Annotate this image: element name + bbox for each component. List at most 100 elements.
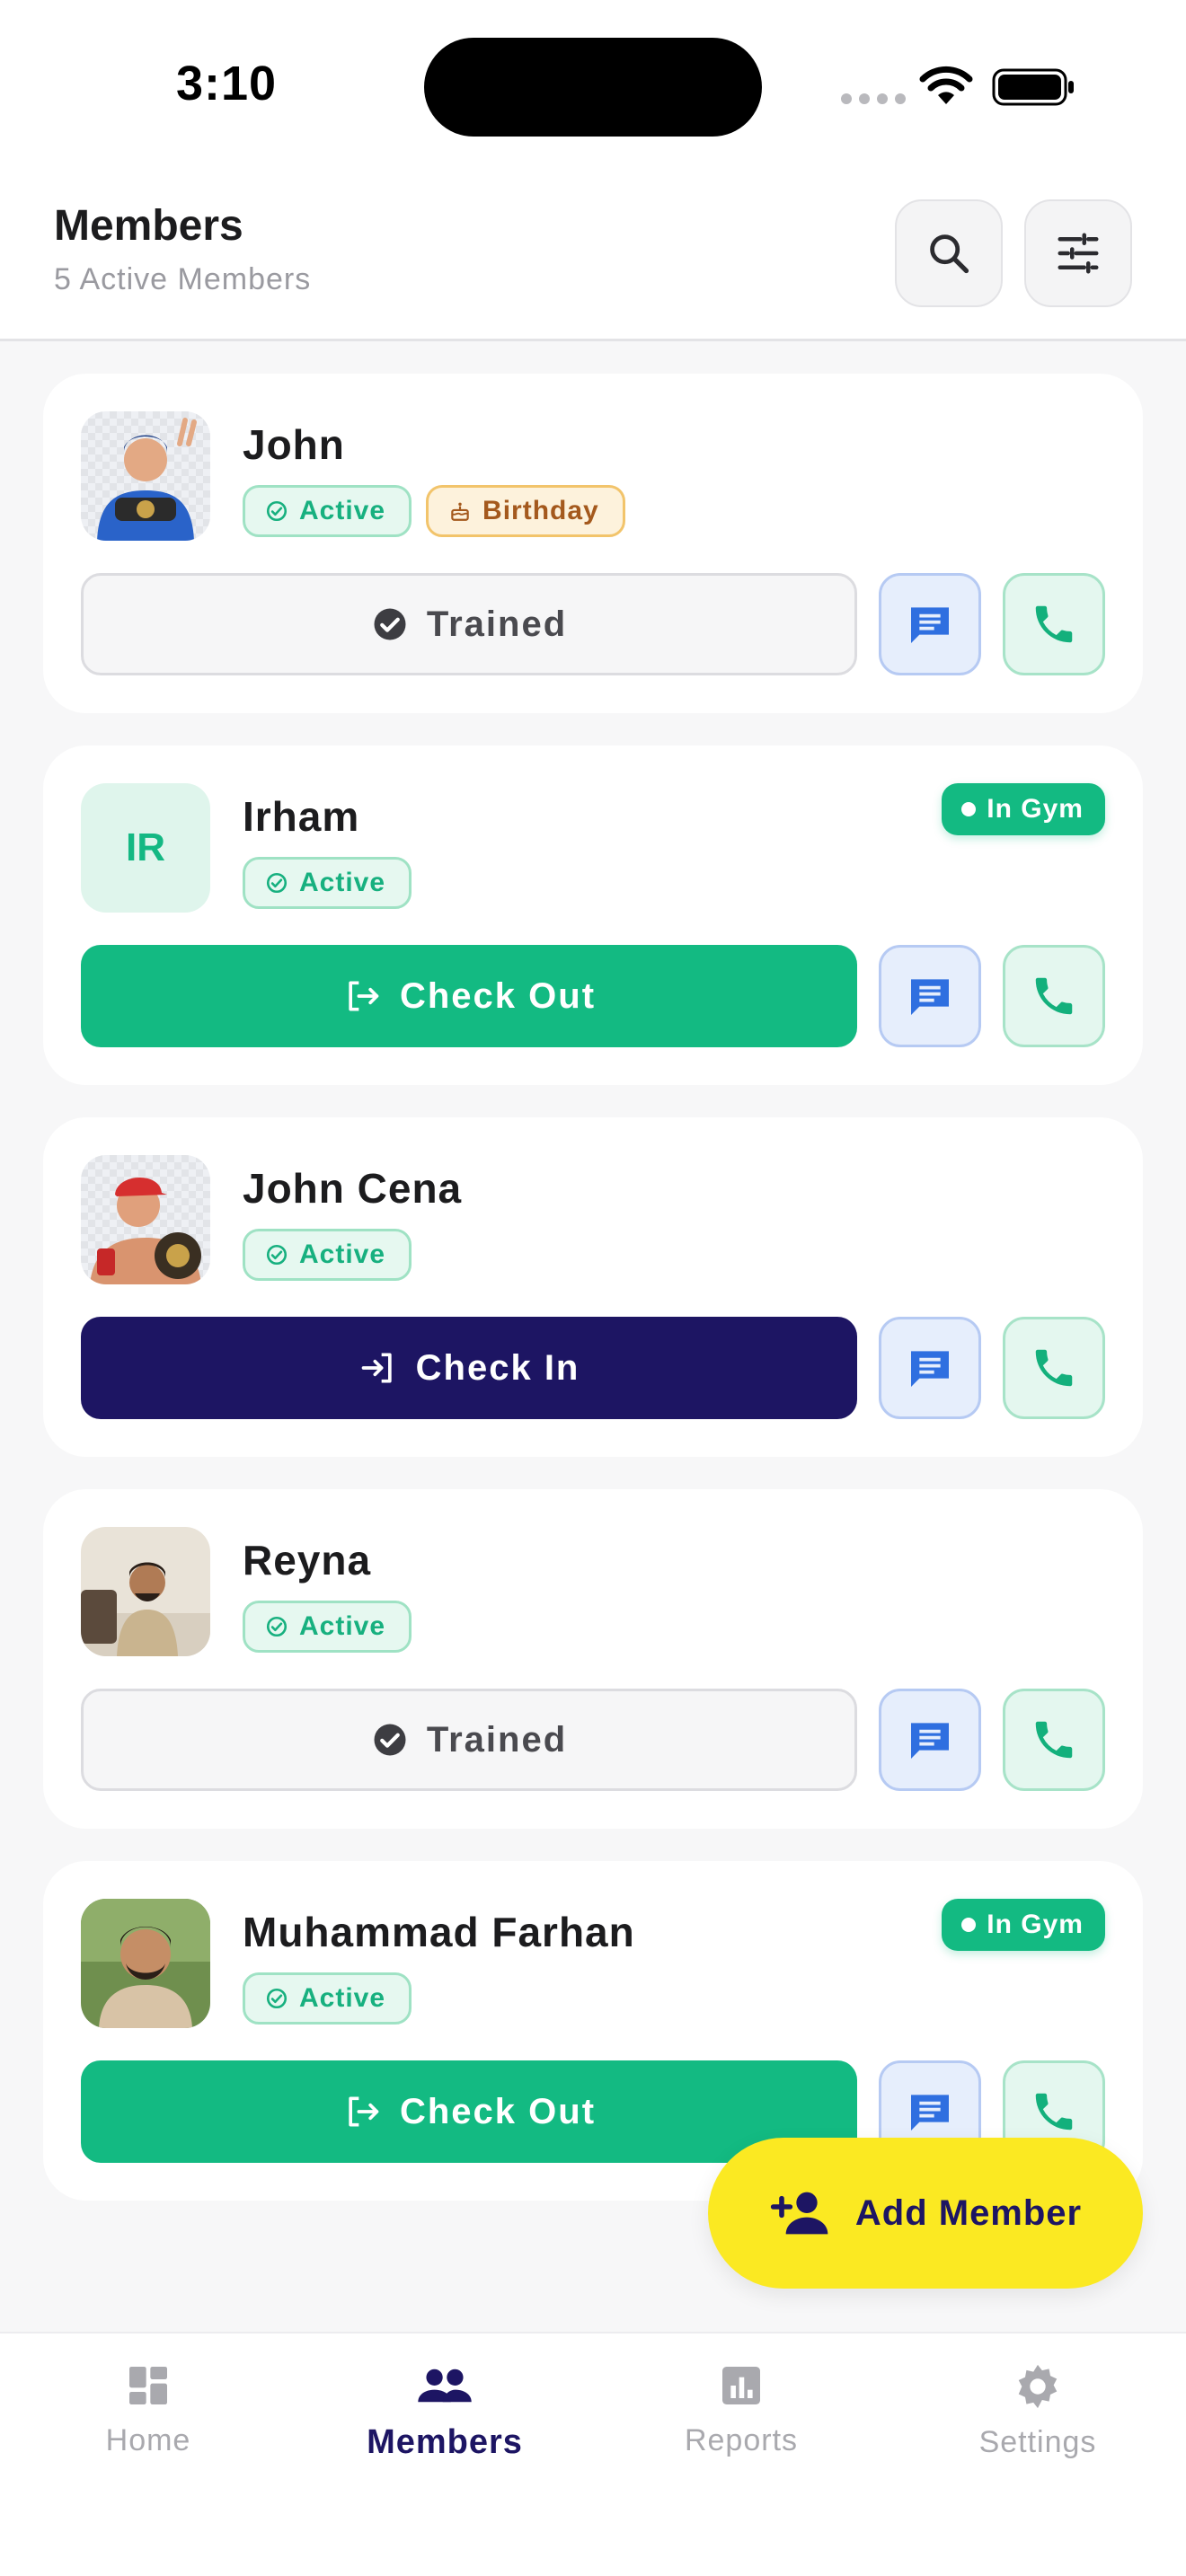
status-badge: Active <box>243 857 412 909</box>
people-icon <box>418 2369 472 2403</box>
avatar <box>81 1155 210 1284</box>
check-out-label: Check Out <box>399 975 597 1016</box>
badge-row: Active <box>243 1601 412 1653</box>
nav-item-home[interactable]: Home <box>0 2360 296 2458</box>
in-gym-badge: In Gym <box>942 1899 1105 1951</box>
battery-icon <box>992 68 1074 106</box>
member-card[interactable]: John Cena Active Check In <box>43 1117 1143 1457</box>
phone-icon <box>1035 1721 1073 1759</box>
message-button[interactable] <box>879 573 981 675</box>
nav-label-home: Home <box>105 2423 191 2457</box>
bottom-nav: Home Members Reports Settings <box>0 2332 1186 2576</box>
nav-label-members: Members <box>367 2423 523 2461</box>
status-badge: Active <box>243 1972 412 2025</box>
message-icon <box>911 1723 949 1759</box>
logout-icon <box>349 981 379 1011</box>
status-badge: Active <box>243 1229 412 1281</box>
call-button[interactable] <box>1003 945 1105 1047</box>
phone-icon <box>1035 1349 1073 1387</box>
check-circle-icon <box>266 872 288 894</box>
badge-row: Active <box>243 1229 412 1281</box>
trained-label: Trained <box>426 604 568 644</box>
badge-row: Active Birthday <box>243 485 625 537</box>
gear-icon <box>1018 2364 1058 2409</box>
in-gym-badge: In Gym <box>942 783 1105 835</box>
in-gym-label: In Gym <box>987 1910 1084 1939</box>
trained-button[interactable]: Trained <box>81 1689 857 1791</box>
check-in-label: Check In <box>415 1347 580 1388</box>
call-button[interactable] <box>1003 573 1105 675</box>
status-badge-label: Active <box>299 496 386 525</box>
cake-icon <box>451 502 469 521</box>
login-icon <box>361 1353 392 1383</box>
wifi-icon <box>919 66 973 104</box>
trained-label: Trained <box>426 1719 568 1760</box>
check-circle-icon <box>266 1244 288 1266</box>
check-in-button[interactable]: Check In <box>81 1317 857 1419</box>
status-dot <box>961 802 977 816</box>
add-member-button[interactable]: Add Member <box>708 2138 1143 2289</box>
status-dot <box>961 1918 977 1932</box>
status-bar: 3:10 <box>0 0 1186 171</box>
call-button[interactable] <box>1003 1689 1105 1791</box>
member-card[interactable]: Reyna Active Trained <box>43 1489 1143 1829</box>
chart-icon <box>722 2367 760 2404</box>
badge-row: Active <box>243 1972 412 2025</box>
avatar <box>81 1527 210 1656</box>
status-badge-label: Active <box>299 1611 386 1641</box>
page-header: Members 5 Active Members <box>0 171 1186 341</box>
status-badge: Active <box>243 485 412 537</box>
nav-item-settings[interactable]: Settings <box>890 2360 1186 2460</box>
status-badge-label: Active <box>299 868 386 897</box>
page-subtitle: 5 Active Members <box>54 262 312 296</box>
search-icon <box>930 234 969 274</box>
signal-icon <box>841 93 906 104</box>
nav-item-members[interactable]: Members <box>296 2360 593 2462</box>
check-circle-filled-icon <box>374 1724 406 1756</box>
check-out-label: Check Out <box>399 2091 597 2131</box>
search-button[interactable] <box>895 199 1003 307</box>
status-badge-label: Active <box>299 1983 386 2013</box>
dynamic-island <box>424 38 762 137</box>
birthday-badge-label: Birthday <box>482 496 599 525</box>
check-out-button[interactable]: Check Out <box>81 2060 857 2163</box>
logout-icon <box>349 2096 379 2127</box>
member-name: Reyna <box>243 1537 372 1584</box>
member-name: Irham <box>243 793 360 840</box>
avatar <box>81 411 210 541</box>
person-add-icon <box>770 2192 828 2235</box>
call-button[interactable] <box>1003 1317 1105 1419</box>
avatar-initials: IR <box>81 783 210 913</box>
check-circle-icon <box>266 1988 288 2009</box>
message-button[interactable] <box>879 945 981 1047</box>
check-circle-icon <box>266 1616 288 1637</box>
avatar <box>81 1899 210 2028</box>
tune-icon <box>1058 233 1099 274</box>
message-icon <box>911 979 949 1015</box>
member-card[interactable]: John Active Birthday Trained <box>43 374 1143 713</box>
member-name: John <box>243 421 345 468</box>
phone-icon <box>1035 977 1073 1015</box>
status-badge: Active <box>243 1601 412 1653</box>
birthday-badge: Birthday <box>426 485 625 537</box>
member-name: Muhammad Farhan <box>243 1909 635 1955</box>
message-button[interactable] <box>879 1689 981 1791</box>
message-icon <box>911 607 949 643</box>
member-card[interactable]: IR Irham In Gym Active Check Out <box>43 745 1143 1085</box>
status-badge-label: Active <box>299 1239 386 1269</box>
filter-button[interactable] <box>1024 199 1132 307</box>
trained-button[interactable]: Trained <box>81 573 857 675</box>
member-name: John Cena <box>243 1165 463 1212</box>
nav-label-reports: Reports <box>684 2423 799 2457</box>
page-title: Members <box>54 202 243 250</box>
message-button[interactable] <box>879 1317 981 1419</box>
check-circle-filled-icon <box>374 608 406 640</box>
nav-item-reports[interactable]: Reports <box>593 2360 890 2458</box>
message-icon <box>911 1351 949 1387</box>
phone-icon <box>1035 2093 1073 2130</box>
message-icon <box>911 2095 949 2130</box>
add-member-label: Add Member <box>854 2192 1083 2233</box>
check-out-button[interactable]: Check Out <box>81 945 857 1047</box>
dashboard-icon <box>129 2367 167 2404</box>
check-circle-icon <box>266 500 288 522</box>
